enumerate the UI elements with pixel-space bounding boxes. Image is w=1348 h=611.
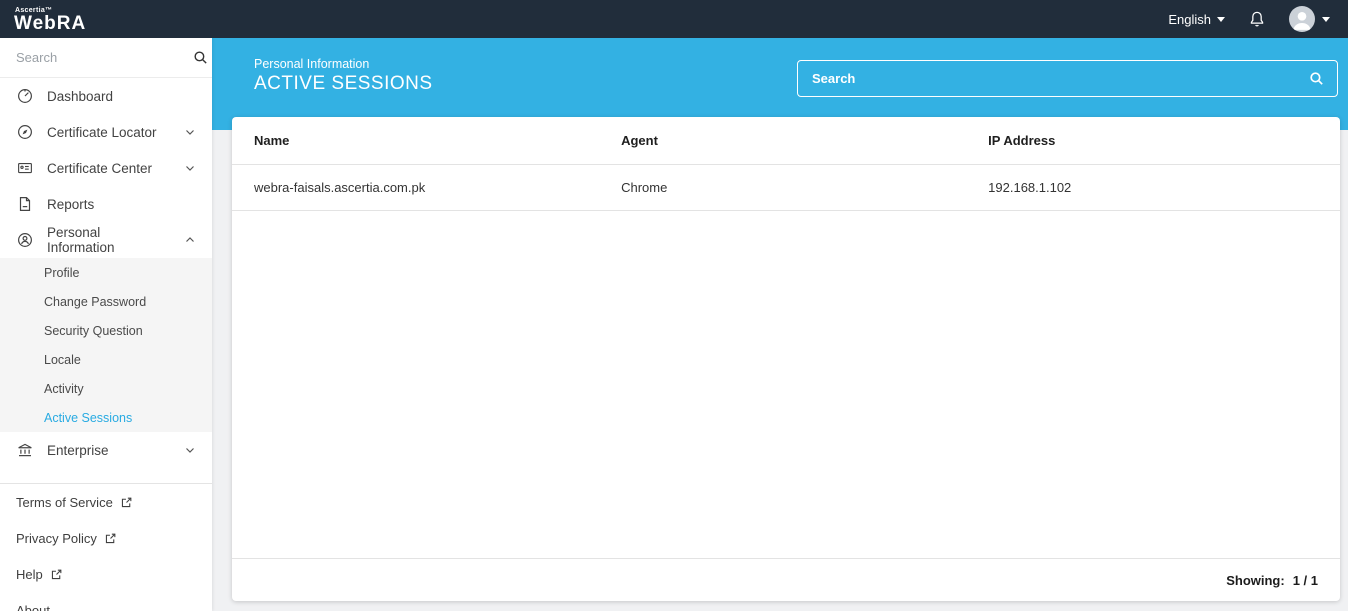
brand-logo: Ascertia™ WebRA <box>14 5 86 33</box>
table-search-input[interactable] <box>812 71 1308 86</box>
table-search[interactable] <box>797 60 1338 97</box>
subitem-label: Active Sessions <box>44 410 133 425</box>
notifications-bell-icon[interactable] <box>1247 9 1267 29</box>
table-footer: Showing: 1 / 1 <box>232 558 1340 601</box>
active-sessions-card: Name Agent IP Address webra-faisals.asce… <box>232 117 1340 601</box>
external-link-icon <box>50 568 63 581</box>
sidebar-item-label: Dashboard <box>47 88 114 104</box>
chevron-down-icon <box>1322 16 1330 22</box>
cell-session-name: webra-faisals.ascertia.com.pk <box>254 180 426 195</box>
language-selector[interactable]: English <box>1168 12 1225 27</box>
sidebar-item-enterprise[interactable]: Enterprise <box>0 432 212 468</box>
document-icon <box>16 195 34 213</box>
link-label: Privacy Policy <box>16 530 97 546</box>
compass-icon <box>16 123 34 141</box>
sidebar-subitem-profile[interactable]: Profile <box>0 258 212 287</box>
sidebar-item-personal-information[interactable]: Personal Information <box>0 222 212 258</box>
sidebar-subitem-active-sessions[interactable]: Active Sessions <box>0 403 212 432</box>
link-label: Terms of Service <box>16 494 113 510</box>
cell-session-agent: Chrome <box>621 180 668 195</box>
search-icon[interactable] <box>192 49 209 66</box>
avatar <box>1289 6 1315 32</box>
sidebar-subitem-activity[interactable]: Activity <box>0 374 212 403</box>
column-header-agent: Agent <box>621 133 658 148</box>
column-header-ip-address: IP Address <box>988 133 1056 148</box>
subitem-label: Change Password <box>44 294 147 309</box>
person-circle-icon <box>16 231 34 249</box>
sidebar-item-label: Reports <box>47 196 95 212</box>
table-row[interactable]: webra-faisals.ascertia.com.pk Chrome 192… <box>232 165 1340 211</box>
language-label: English <box>1168 11 1211 27</box>
page-title: ACTIVE SESSIONS <box>254 73 433 94</box>
sidebar-item-reports[interactable]: Reports <box>0 186 212 222</box>
bank-icon <box>16 441 34 459</box>
badge-card-icon <box>16 159 34 177</box>
chevron-down-icon <box>1217 16 1225 22</box>
sidebar-item-label: Certificate Locator <box>47 124 157 140</box>
sidebar-subitem-change-password[interactable]: Change Password <box>0 287 212 316</box>
column-header-name: Name <box>254 133 290 148</box>
external-link-icon <box>120 496 133 509</box>
sidebar-link-terms-of-service[interactable]: Terms of Service <box>0 484 212 520</box>
chevron-up-icon <box>184 234 196 246</box>
subitem-label: Activity <box>44 381 84 396</box>
chevron-down-icon <box>184 162 196 174</box>
search-icon[interactable] <box>1308 70 1325 87</box>
sidebar-item-certificate-locator[interactable]: Certificate Locator <box>0 114 212 150</box>
subitem-label: Profile <box>44 265 80 280</box>
link-label: Help <box>16 566 43 582</box>
sidebar-item-label: Enterprise <box>47 442 109 458</box>
link-label: About <box>16 602 50 611</box>
subitem-label: Locale <box>44 352 81 367</box>
sidebar-subitem-security-question[interactable]: Security Question <box>0 316 212 345</box>
cell-session-ip: 192.168.1.102 <box>988 180 1072 195</box>
sidebar-item-certificate-center[interactable]: Certificate Center <box>0 150 212 186</box>
table-empty-space <box>232 211 1340 558</box>
topbar: Ascertia™ WebRA English <box>0 0 1348 38</box>
showing-label: Showing: <box>1226 572 1285 588</box>
sidebar-link-privacy-policy[interactable]: Privacy Policy <box>0 520 212 556</box>
sidebar-item-label: Personal Information <box>47 225 115 255</box>
table-header-row: Name Agent IP Address <box>232 117 1340 165</box>
brand-main-text: WebRA <box>14 13 87 34</box>
sidebar-search[interactable] <box>0 38 212 78</box>
sidebar: Dashboard Certificate Locator Certificat… <box>0 38 212 611</box>
sidebar-subitem-locale[interactable]: Locale <box>0 345 212 374</box>
sidebar-search-input[interactable] <box>16 50 192 65</box>
subitem-label: Security Question <box>44 323 143 338</box>
chevron-down-icon <box>184 126 196 138</box>
user-menu[interactable] <box>1289 6 1330 32</box>
showing-value: 1 / 1 <box>1292 572 1318 588</box>
sidebar-item-dashboard[interactable]: Dashboard <box>0 78 212 114</box>
breadcrumb: Personal Information <box>254 57 370 71</box>
external-link-icon <box>104 532 117 545</box>
main-content: Personal Information ACTIVE SESSIONS Nam… <box>212 38 1348 611</box>
sidebar-link-about[interactable]: About <box>0 592 212 611</box>
chevron-down-icon <box>184 444 196 456</box>
sidebar-item-label: Certificate Center <box>47 160 153 176</box>
sidebar-link-help[interactable]: Help <box>0 556 212 592</box>
dashboard-gauge-icon <box>16 87 34 105</box>
personal-information-submenu: Profile Change Password Security Questio… <box>0 258 212 432</box>
